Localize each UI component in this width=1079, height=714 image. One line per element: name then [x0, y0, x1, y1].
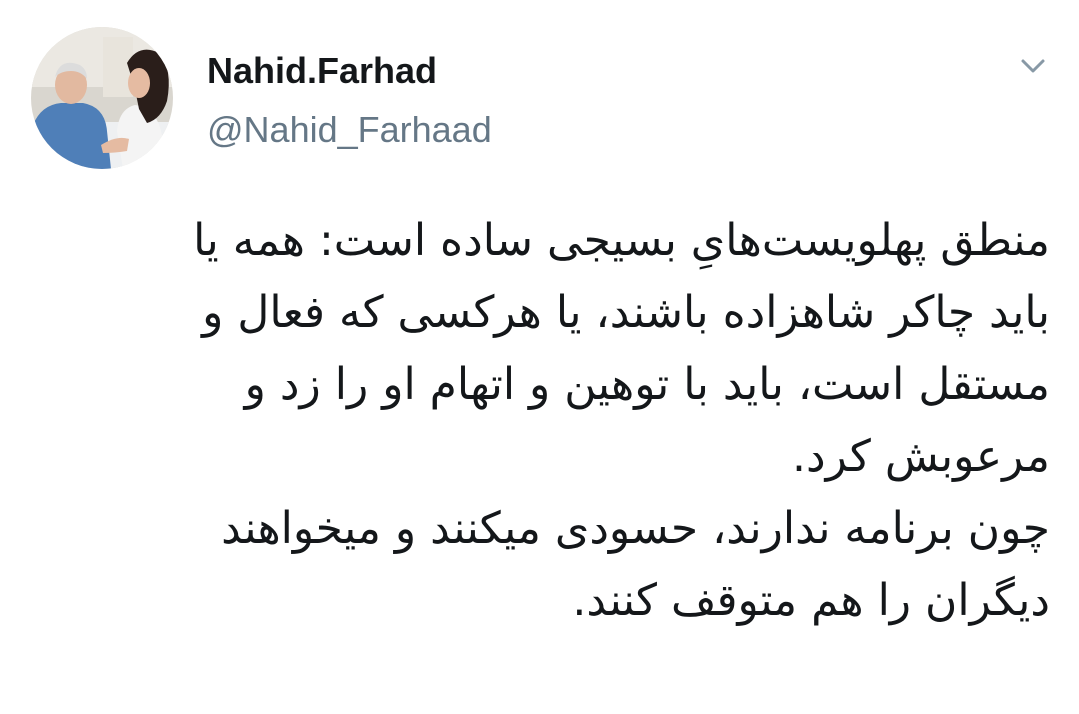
- chevron-down-icon[interactable]: [1010, 47, 1056, 87]
- avatar-photo-icon: [31, 27, 173, 169]
- author-handle[interactable]: @Nahid_Farhaad: [207, 109, 492, 151]
- tweet-text: منطق پهلویست‌هایِ بسیجی ساده است: همه یا…: [40, 205, 1050, 637]
- tweet-text-line: مرعوبش کرد.: [792, 431, 1050, 482]
- tweet-text-line: منطق پهلویست‌هایِ بسیجی ساده است: همه یا: [193, 215, 1050, 266]
- tweet-text-line: چون برنامه ندارند، حسودی میکنند و میخواه…: [221, 503, 1050, 554]
- author-avatar[interactable]: [31, 27, 173, 169]
- tweet-text-line: مستقل است، باید با توهین و اتهام او را ز…: [244, 359, 1050, 410]
- author-display-name[interactable]: Nahid.Farhad: [207, 50, 437, 92]
- tweet-text-line: باید چاکر شاهزاده باشند، یا هرکسی که فعا…: [202, 287, 1050, 338]
- tweet-text-line: دیگران را هم متوقف کنند.: [572, 575, 1050, 626]
- tweet-card: Nahid.Farhad @Nahid_Farhaad منطق پهلویست…: [0, 0, 1079, 714]
